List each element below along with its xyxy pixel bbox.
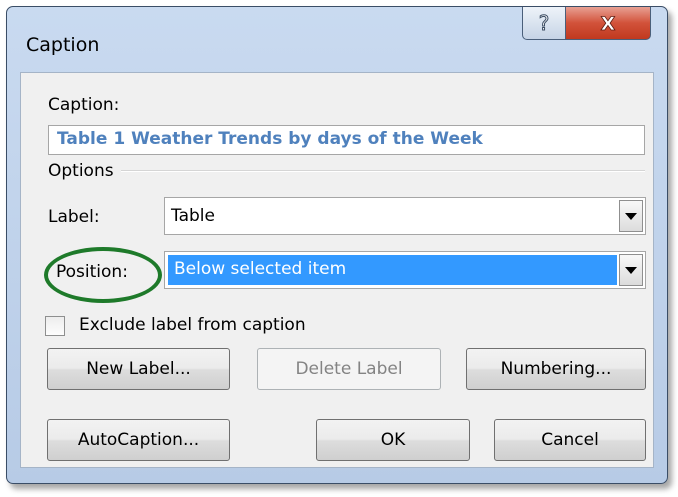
position-dropdown[interactable]: Below selected item	[164, 251, 646, 289]
help-button[interactable]: ?	[522, 7, 566, 40]
svg-text:?: ?	[539, 12, 550, 34]
position-dropdown-arrow[interactable]	[619, 254, 643, 286]
position-dropdown-value: Below selected item	[168, 255, 617, 285]
chevron-down-icon	[625, 266, 637, 274]
caption-input[interactable]: Table 1 Weather Trends by days of the We…	[48, 125, 645, 155]
label-label: Label:	[48, 207, 100, 227]
label-dropdown-arrow[interactable]	[619, 200, 643, 232]
label-dropdown-value: Table	[171, 206, 215, 226]
position-label: Position:	[56, 262, 128, 282]
svg-text:X: X	[601, 13, 616, 34]
numbering-button[interactable]: Numbering...	[466, 348, 646, 390]
options-separator	[121, 170, 645, 172]
caption-label: Caption:	[48, 95, 120, 115]
delete-label-button[interactable]: Delete Label	[257, 348, 441, 390]
caption-dialog: Caption ? X Caption: Table 1 Weather Tre…	[6, 6, 668, 484]
options-heading: Options	[48, 161, 114, 181]
autocaption-button[interactable]: AutoCaption...	[47, 419, 230, 461]
dialog-body: Caption: Table 1 Weather Trends by days …	[20, 72, 654, 468]
ok-button[interactable]: OK	[316, 419, 470, 461]
close-icon: X	[600, 13, 616, 34]
close-button[interactable]: X	[565, 7, 651, 40]
cancel-button[interactable]: Cancel	[494, 419, 646, 461]
new-label-button[interactable]: New Label...	[47, 348, 230, 390]
label-dropdown[interactable]: Table	[164, 197, 646, 235]
exclude-label-checkbox[interactable]	[45, 316, 65, 336]
chevron-down-icon	[625, 212, 637, 220]
dialog-title: Caption	[26, 34, 100, 56]
exclude-label-text[interactable]: Exclude label from caption	[79, 315, 306, 335]
help-icon: ?	[538, 12, 550, 34]
